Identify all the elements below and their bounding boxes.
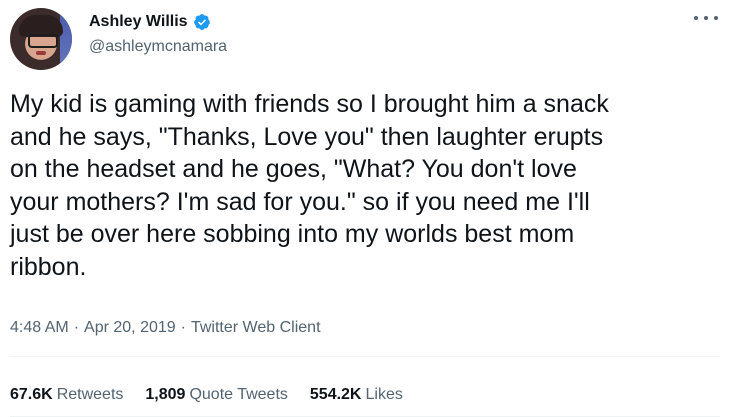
display-name[interactable]: Ashley Willis <box>89 13 188 31</box>
tweet-text-line: your mothers? I'm sad for you." so if yo… <box>10 187 590 216</box>
more-options-icon[interactable] <box>694 12 718 24</box>
avatar-lips <box>36 51 46 55</box>
dot-icon <box>714 16 718 20</box>
dot-icon <box>694 16 698 20</box>
tweet-card: Ashley Willis @ashleymcnamara My kid is … <box>0 0 730 417</box>
meta-separator: · <box>180 319 186 336</box>
likes-stat[interactable]: 554.2K Likes <box>310 386 403 404</box>
tweet-text-line: My kid is gaming with friends so I broug… <box>10 90 609 118</box>
avatar-glasses <box>28 34 58 48</box>
retweets-count: 67.6K <box>10 386 53 403</box>
quote-tweets-stat[interactable]: 1,809 Quote Tweets <box>145 386 287 404</box>
likes-count: 554.2K <box>309 386 362 403</box>
quote-tweets-label: Quote Tweets <box>189 386 288 403</box>
tweet-date[interactable]: Apr 20, 2019 <box>84 319 176 337</box>
tweet-text: My kid is gaming with friends so I broug… <box>10 88 715 283</box>
engagement-stats: 67.6K Retweets 1,809 Quote Tweets 554.2K Li… <box>10 386 425 404</box>
avatar[interactable] <box>10 8 72 70</box>
author-handle[interactable]: @ashleymcnamara <box>89 38 227 56</box>
likes-label: Likes <box>365 386 403 403</box>
retweets-stat[interactable]: 67.6K Retweets <box>10 386 123 404</box>
retweets-label: Retweets <box>56 386 124 403</box>
tweet-text-line: just be over here sobbing into my worlds… <box>10 220 575 248</box>
divider <box>10 356 720 357</box>
tweet-text-line: on the headset and he goes, "What? You d… <box>10 155 577 183</box>
avatar-background <box>60 8 72 70</box>
meta-separator: · <box>73 319 80 336</box>
verified-badge-icon <box>193 14 210 30</box>
dot-icon <box>704 16 708 20</box>
quote-tweets-count: 1,809 <box>145 386 186 403</box>
tweet-client[interactable]: Twitter Web Client <box>191 319 321 337</box>
tweet-time[interactable]: 4:48 AM <box>10 319 69 337</box>
tweet-text-line: ribbon. <box>10 252 87 281</box>
author-name-row: Ashley Willis <box>89 13 211 31</box>
tweet-text-line: and he says, "Thanks, Love you" then lau… <box>10 122 604 151</box>
tweet-metadata: 4:48 AM · Apr 20, 2019 · Twitter Web Cli… <box>10 319 321 337</box>
